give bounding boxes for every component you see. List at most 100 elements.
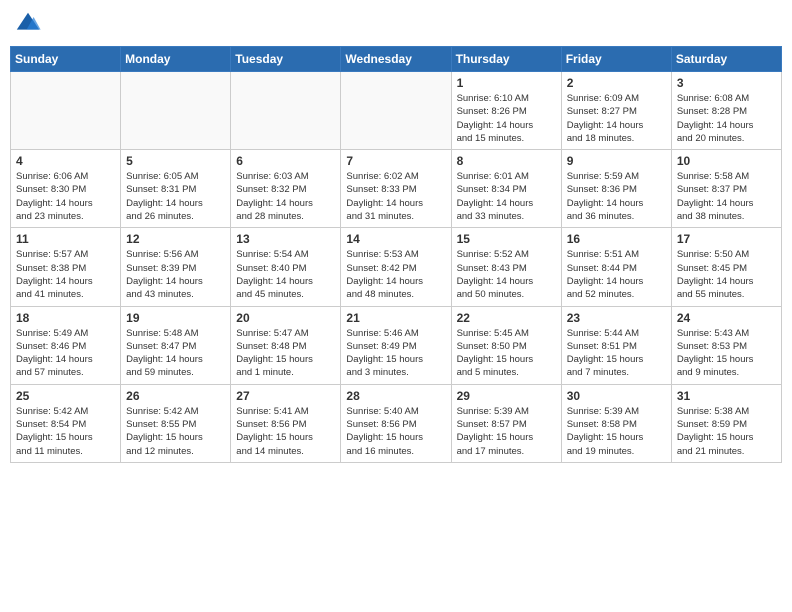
day-number: 31 [677,389,776,403]
calendar-cell [121,72,231,150]
day-info: Sunrise: 5:44 AM Sunset: 8:51 PM Dayligh… [567,327,666,380]
calendar-cell [11,72,121,150]
calendar-week-row: 1 Sunrise: 6:10 AM Sunset: 8:26 PM Daylig… [11,72,782,150]
calendar-week-row: 18 Sunrise: 5:49 AM Sunset: 8:46 PM Dayli… [11,306,782,384]
calendar-cell: 25Sunrise: 5:42 AM Sunset: 8:54 PM Dayli… [11,384,121,462]
calendar-cell: 2Sunrise: 6:09 AM Sunset: 8:27 PM Daylig… [561,72,671,150]
calendar-cell: 14 Sunrise: 5:53 AM Sunset: 8:42 PM Dayli… [341,228,451,306]
calendar-cell: 28 Sunrise: 5:40 AM Sunset: 8:56 PM Dayli… [341,384,451,462]
calendar-cell: 4 Sunrise: 6:06 AM Sunset: 8:30 PM Daylig… [11,150,121,228]
calendar-week-row: 4 Sunrise: 6:06 AM Sunset: 8:30 PM Daylig… [11,150,782,228]
calendar-cell: 23 Sunrise: 5:44 AM Sunset: 8:51 PM Dayli… [561,306,671,384]
day-number: 22 [457,311,556,325]
calendar-cell: 3 Sunrise: 6:08 AM Sunset: 8:28 PM Daylig… [671,72,781,150]
calendar-cell: 6Sunrise: 6:03 AM Sunset: 8:32 PM Daylig… [231,150,341,228]
calendar-cell: 8 Sunrise: 6:01 AM Sunset: 8:34 PM Daylig… [451,150,561,228]
day-info: Sunrise: 5:40 AM Sunset: 8:56 PM Dayligh… [346,405,445,458]
day-number: 29 [457,389,556,403]
calendar-cell: 7 Sunrise: 6:02 AM Sunset: 8:33 PM Daylig… [341,150,451,228]
calendar-cell: 21 Sunrise: 5:46 AM Sunset: 8:49 PM Dayli… [341,306,451,384]
calendar-cell: 13 Sunrise: 5:54 AM Sunset: 8:40 PM Dayli… [231,228,341,306]
day-info: Sunrise: 5:50 AM Sunset: 8:45 PM Dayligh… [677,248,776,301]
day-info: Sunrise: 5:38 AM Sunset: 8:59 PM Dayligh… [677,405,776,458]
calendar-cell: 29 Sunrise: 5:39 AM Sunset: 8:57 PM Dayli… [451,384,561,462]
calendar-cell: 11 Sunrise: 5:57 AM Sunset: 8:38 PM Dayli… [11,228,121,306]
calendar-cell: 31 Sunrise: 5:38 AM Sunset: 8:59 PM Dayli… [671,384,781,462]
day-info: Sunrise: 6:10 AM Sunset: 8:26 PM Dayligh… [457,92,556,145]
calendar-table: SundayMondayTuesdayWednesdayThursdayFrid… [10,46,782,463]
day-info: Sunrise: 5:59 AM Sunset: 8:36 PM Dayligh… [567,170,666,223]
day-info: Sunrise: 6:09 AM Sunset: 8:27 PM Dayligh… [567,92,666,145]
day-number: 27 [236,389,335,403]
day-number: 9 [567,154,666,168]
day-number: 6 [236,154,335,168]
day-info: Sunrise: 5:53 AM Sunset: 8:42 PM Dayligh… [346,248,445,301]
day-info: Sunrise: 5:46 AM Sunset: 8:49 PM Dayligh… [346,327,445,380]
day-info: Sunrise: 6:06 AM Sunset: 8:30 PM Dayligh… [16,170,115,223]
day-info: Sunrise: 5:56 AM Sunset: 8:39 PM Dayligh… [126,248,225,301]
calendar-cell: 10 Sunrise: 5:58 AM Sunset: 8:37 PM Dayli… [671,150,781,228]
day-number: 15 [457,232,556,246]
day-number: 26 [126,389,225,403]
day-info: Sunrise: 5:51 AM Sunset: 8:44 PM Dayligh… [567,248,666,301]
weekday-header-friday: Friday [561,47,671,72]
weekday-header-sunday: Sunday [11,47,121,72]
calendar-cell: 27Sunrise: 5:41 AM Sunset: 8:56 PM Dayli… [231,384,341,462]
day-info: Sunrise: 5:39 AM Sunset: 8:57 PM Dayligh… [457,405,556,458]
calendar-cell: 16 Sunrise: 5:51 AM Sunset: 8:44 PM Dayli… [561,228,671,306]
day-number: 13 [236,232,335,246]
day-number: 21 [346,311,445,325]
calendar-week-row: 11 Sunrise: 5:57 AM Sunset: 8:38 PM Dayli… [11,228,782,306]
day-number: 28 [346,389,445,403]
calendar-cell: 24Sunrise: 5:43 AM Sunset: 8:53 PM Dayli… [671,306,781,384]
weekday-header-tuesday: Tuesday [231,47,341,72]
calendar-cell: 20Sunrise: 5:47 AM Sunset: 8:48 PM Dayli… [231,306,341,384]
day-info: Sunrise: 5:57 AM Sunset: 8:38 PM Dayligh… [16,248,115,301]
day-info: Sunrise: 5:39 AM Sunset: 8:58 PM Dayligh… [567,405,666,458]
calendar-cell: 5 Sunrise: 6:05 AM Sunset: 8:31 PM Daylig… [121,150,231,228]
day-number: 17 [677,232,776,246]
day-number: 7 [346,154,445,168]
day-number: 30 [567,389,666,403]
calendar-cell: 22 Sunrise: 5:45 AM Sunset: 8:50 PM Dayli… [451,306,561,384]
day-number: 4 [16,154,115,168]
calendar-week-row: 25Sunrise: 5:42 AM Sunset: 8:54 PM Dayli… [11,384,782,462]
day-info: Sunrise: 6:08 AM Sunset: 8:28 PM Dayligh… [677,92,776,145]
day-info: Sunrise: 5:49 AM Sunset: 8:46 PM Dayligh… [16,327,115,380]
calendar-cell: 12 Sunrise: 5:56 AM Sunset: 8:39 PM Dayli… [121,228,231,306]
day-number: 16 [567,232,666,246]
calendar-cell: 30 Sunrise: 5:39 AM Sunset: 8:58 PM Dayli… [561,384,671,462]
calendar-cell [341,72,451,150]
day-info: Sunrise: 5:54 AM Sunset: 8:40 PM Dayligh… [236,248,335,301]
day-number: 3 [677,76,776,90]
day-number: 11 [16,232,115,246]
calendar-cell: 15 Sunrise: 5:52 AM Sunset: 8:43 PM Dayli… [451,228,561,306]
day-number: 14 [346,232,445,246]
calendar-cell: 1 Sunrise: 6:10 AM Sunset: 8:26 PM Daylig… [451,72,561,150]
day-number: 5 [126,154,225,168]
day-info: Sunrise: 5:45 AM Sunset: 8:50 PM Dayligh… [457,327,556,380]
calendar-cell [231,72,341,150]
day-info: Sunrise: 6:02 AM Sunset: 8:33 PM Dayligh… [346,170,445,223]
logo-icon [14,10,42,38]
page-header [10,10,782,38]
logo [14,10,46,38]
day-number: 23 [567,311,666,325]
day-info: Sunrise: 5:52 AM Sunset: 8:43 PM Dayligh… [457,248,556,301]
day-number: 19 [126,311,225,325]
calendar-cell: 17 Sunrise: 5:50 AM Sunset: 8:45 PM Dayli… [671,228,781,306]
weekday-header-row: SundayMondayTuesdayWednesdayThursdayFrid… [11,47,782,72]
weekday-header-wednesday: Wednesday [341,47,451,72]
day-info: Sunrise: 6:05 AM Sunset: 8:31 PM Dayligh… [126,170,225,223]
weekday-header-saturday: Saturday [671,47,781,72]
day-info: Sunrise: 5:58 AM Sunset: 8:37 PM Dayligh… [677,170,776,223]
day-number: 18 [16,311,115,325]
day-number: 24 [677,311,776,325]
day-number: 1 [457,76,556,90]
day-number: 8 [457,154,556,168]
day-number: 10 [677,154,776,168]
day-number: 12 [126,232,225,246]
day-info: Sunrise: 6:01 AM Sunset: 8:34 PM Dayligh… [457,170,556,223]
day-number: 25 [16,389,115,403]
calendar-cell: 18 Sunrise: 5:49 AM Sunset: 8:46 PM Dayli… [11,306,121,384]
